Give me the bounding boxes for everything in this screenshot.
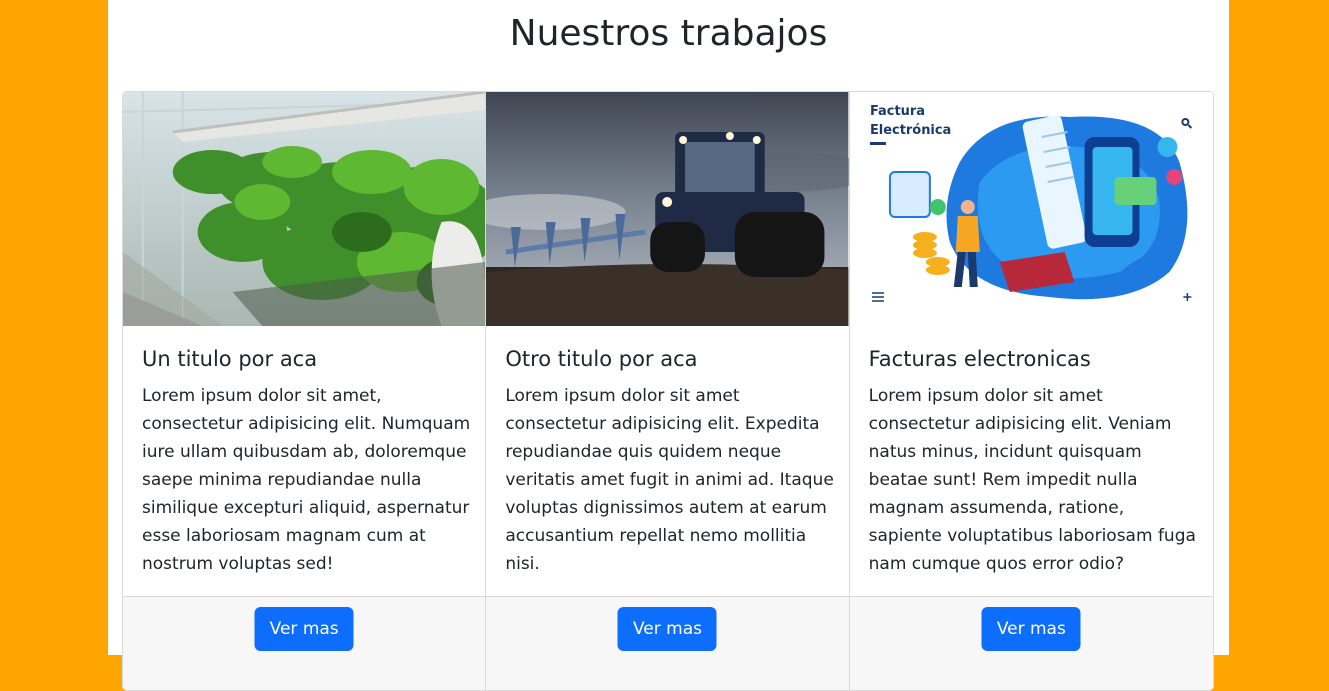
card-title: Facturas electronicas bbox=[868, 347, 1091, 371]
content-container: Nuestros trabajos Un titulo por aca Lore… bbox=[108, 0, 1229, 691]
card-hydroponics: Un titulo por aca Lorem ipsum dolor sit … bbox=[123, 92, 487, 690]
card-text: Lorem ipsum dolor sit amet consectetur a… bbox=[505, 386, 834, 574]
card-text: Lorem ipsum dolor sit amet, consectetur … bbox=[142, 386, 471, 574]
card-tractor: Otro titulo por aca Lorem ipsum dolor si… bbox=[486, 92, 850, 690]
ver-mas-button[interactable]: Ver mas bbox=[617, 607, 717, 651]
hydroponic-greenhouse-image bbox=[123, 92, 486, 326]
tractor-plowing-image bbox=[486, 92, 849, 326]
ver-mas-button[interactable]: Ver mas bbox=[981, 607, 1081, 651]
electronic-invoice-illustration: Factura Electrónica bbox=[849, 92, 1213, 326]
card-electronic-invoice: Factura Electrónica Facturas electronica… bbox=[849, 92, 1213, 690]
page-title: Nuestros trabajos bbox=[509, 13, 828, 54]
card-text: Lorem ipsum dolor sit amet consectetur a… bbox=[868, 386, 1196, 574]
card-footer: Ver mas bbox=[123, 596, 486, 690]
card-title: Un titulo por aca bbox=[142, 347, 318, 371]
ver-mas-button[interactable]: Ver mas bbox=[254, 607, 354, 651]
card-group: Un titulo por aca Lorem ipsum dolor sit … bbox=[122, 91, 1214, 691]
card-body: Facturas electronicas Lorem ipsum dolor … bbox=[869, 344, 1203, 578]
card-title: Otro titulo por aca bbox=[505, 347, 698, 371]
card-footer: Ver mas bbox=[486, 596, 849, 690]
card-body: Un titulo por aca Lorem ipsum dolor sit … bbox=[142, 344, 476, 578]
card-footer: Ver mas bbox=[849, 596, 1213, 690]
card-body: Otro titulo por aca Lorem ipsum dolor si… bbox=[505, 344, 839, 578]
